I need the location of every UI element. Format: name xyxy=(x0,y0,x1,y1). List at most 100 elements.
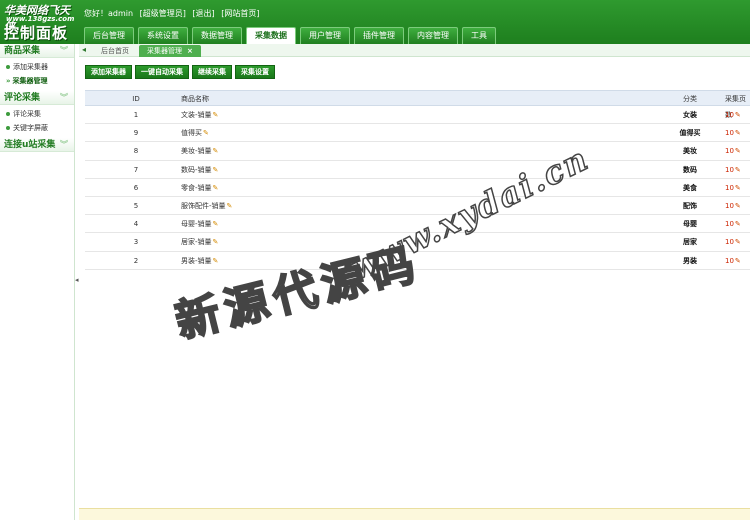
tab-scroll-left-icon[interactable]: ◂ xyxy=(82,45,86,54)
chevron-down-icon: ︾ xyxy=(60,93,68,102)
row-id: 2 xyxy=(133,256,139,265)
row-required-pages[interactable]: 10✎ xyxy=(725,124,741,142)
table-row: 7 数码-销量✎ 数码 10✎ xyxy=(85,161,750,179)
auto-collect-button[interactable]: 一键自动采集 xyxy=(135,65,189,79)
row-required-pages[interactable]: 10✎ xyxy=(725,233,741,251)
row-required-value: 10 xyxy=(725,165,734,174)
edit-icon[interactable]: ✎ xyxy=(735,166,741,174)
bullet-icon xyxy=(6,126,10,130)
edit-icon[interactable]: ✎ xyxy=(213,257,219,265)
row-name[interactable]: 美妆-销量✎ xyxy=(181,142,218,160)
sidebar-item-comment-collect[interactable]: 评论采集 xyxy=(0,107,74,121)
row-id: 6 xyxy=(133,183,139,192)
sidebar-group-ustation-collect[interactable]: 连接u站采集 ︾ xyxy=(0,138,74,152)
nav-tools[interactable]: 工具 xyxy=(462,27,496,44)
sidebar-item-keyword-block[interactable]: 关键字屏蔽 xyxy=(0,121,74,135)
edit-icon[interactable]: ✎ xyxy=(213,220,219,228)
row-name[interactable]: 母婴-销量✎ xyxy=(181,215,218,233)
tab-collector-manage[interactable]: 采集器管理 × xyxy=(139,45,201,57)
edit-icon[interactable]: ✎ xyxy=(203,129,209,137)
site-home-link[interactable]: [网站首页] xyxy=(221,9,259,18)
sidebar-item-add-collector[interactable]: 添加采集器 xyxy=(0,60,74,74)
edit-icon[interactable]: ✎ xyxy=(213,238,219,246)
nav-collect-data[interactable]: 采集数据 xyxy=(246,27,296,44)
row-name[interactable]: 服饰配件-销量✎ xyxy=(181,197,232,215)
row-name-text: 母婴-销量 xyxy=(181,220,212,229)
sidebar-group-product-collect[interactable]: 商品采集 ︾ xyxy=(0,44,74,58)
collect-settings-button[interactable]: 采集设置 xyxy=(235,65,275,79)
row-required-value: 10 xyxy=(725,201,734,210)
sidebar-group-title: 连接u站采集 xyxy=(4,140,56,150)
row-name[interactable]: 文装-销量✎ xyxy=(181,106,218,124)
row-category: 数码 xyxy=(683,165,697,174)
row-required-pages[interactable]: 10✎ xyxy=(725,161,741,179)
row-required-pages[interactable]: 10✎ xyxy=(725,179,741,197)
row-name[interactable]: 男装-销量✎ xyxy=(181,252,218,270)
edit-icon[interactable]: ✎ xyxy=(735,129,741,137)
status-strip xyxy=(79,508,750,520)
row-required-value: 10 xyxy=(725,220,734,229)
row-name-text: 美妆-销量 xyxy=(181,147,212,156)
row-name-text: 服饰配件-销量 xyxy=(181,201,226,210)
row-required-value: 10 xyxy=(725,129,734,138)
table-row: 6 零食-销量✎ 美食 10✎ xyxy=(85,179,750,197)
close-icon[interactable]: × xyxy=(187,47,193,55)
edit-icon[interactable]: ✎ xyxy=(735,238,741,246)
nav-content-management[interactable]: 内容管理 xyxy=(408,27,458,44)
row-category: 美食 xyxy=(683,183,697,192)
row-required-pages[interactable]: 10✎ xyxy=(725,197,741,215)
nav-plugin-management[interactable]: 插件管理 xyxy=(354,27,404,44)
row-required-pages[interactable]: 10✎ xyxy=(725,142,741,160)
edit-icon[interactable]: ✎ xyxy=(213,111,219,119)
admin-page: 华美网络飞天侠 www.138gzs.com 控制面板 您好！admin [超级… xyxy=(0,0,750,520)
row-category: 母婴 xyxy=(683,220,697,229)
row-name-text: 值得买 xyxy=(181,129,202,138)
header-id: ID xyxy=(132,95,140,103)
nav-admin[interactable]: 后台管理 xyxy=(84,27,134,44)
edit-icon[interactable]: ✎ xyxy=(735,202,741,210)
row-name[interactable]: 零食-销量✎ xyxy=(181,179,218,197)
edit-icon[interactable]: ✎ xyxy=(735,220,741,228)
row-name-text: 居家-销量 xyxy=(181,238,212,247)
edit-icon[interactable]: ✎ xyxy=(227,202,233,210)
row-name[interactable]: 值得买✎ xyxy=(181,124,209,142)
edit-icon[interactable]: ✎ xyxy=(735,111,741,119)
nav-system-settings[interactable]: 系统设置 xyxy=(138,27,188,44)
edit-icon[interactable]: ✎ xyxy=(735,257,741,265)
row-required-value: 10 xyxy=(725,183,734,192)
tab-admin-home[interactable]: 后台首页 xyxy=(93,45,137,57)
row-name-text: 男装-销量 xyxy=(181,256,212,265)
user-bar: 您好！admin [超级管理员] [退出] [网站首页] xyxy=(84,8,263,19)
sidebar: 商品采集 ︾ 添加采集器 » 采集器管理 评论采集 ︾ 评论采集 关键字屏蔽 连接… xyxy=(0,44,75,520)
row-required-value: 10 xyxy=(725,147,734,156)
nav-data-management[interactable]: 数据管理 xyxy=(192,27,242,44)
logout-link[interactable]: [退出] xyxy=(192,9,214,18)
row-name[interactable]: 居家-销量✎ xyxy=(181,233,218,251)
row-category: 配饰 xyxy=(683,201,697,210)
nav-user-management[interactable]: 用户管理 xyxy=(300,27,350,44)
sidebar-group-comment-collect[interactable]: 评论采集 ︾ xyxy=(0,91,74,105)
chevron-down-icon: ︾ xyxy=(60,46,68,55)
row-required-pages[interactable]: 10✎ xyxy=(725,215,741,233)
arrow-right-icon: » xyxy=(6,77,11,85)
top-header: 华美网络飞天侠 www.138gzs.com 控制面板 您好！admin [超级… xyxy=(0,0,750,44)
action-toolbar: 添加采集器 一键自动采集 继续采集 采集设置 xyxy=(85,65,275,79)
row-id: 4 xyxy=(133,220,139,229)
edit-icon[interactable]: ✎ xyxy=(213,147,219,155)
row-category: 居家 xyxy=(683,238,697,247)
row-name[interactable]: 数码-销量✎ xyxy=(181,161,218,179)
sidebar-item-label: 关键字屏蔽 xyxy=(13,124,48,132)
continue-collect-button[interactable]: 继续采集 xyxy=(192,65,232,79)
edit-icon[interactable]: ✎ xyxy=(213,184,219,192)
greeting: 您好！admin xyxy=(84,9,134,18)
sidebar-item-collector-manage[interactable]: » 采集器管理 xyxy=(0,74,74,88)
row-id: 3 xyxy=(133,238,139,247)
header-category: 分类 xyxy=(683,95,697,103)
add-collector-button[interactable]: 添加采集器 xyxy=(85,65,132,79)
row-required-pages[interactable]: 10✎ xyxy=(725,252,741,270)
edit-icon[interactable]: ✎ xyxy=(735,184,741,192)
row-required-value: 10 xyxy=(725,256,734,265)
edit-icon[interactable]: ✎ xyxy=(213,166,219,174)
row-required-pages[interactable]: 10✎ xyxy=(725,106,741,124)
edit-icon[interactable]: ✎ xyxy=(735,147,741,155)
